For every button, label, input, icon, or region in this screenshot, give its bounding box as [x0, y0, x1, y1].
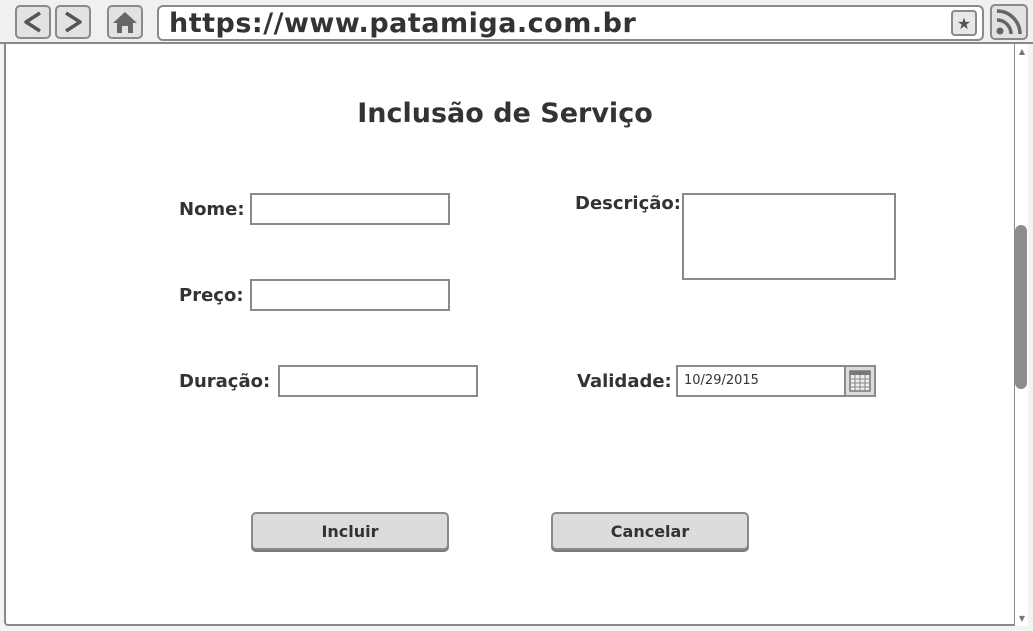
duracao-label: Duração:	[179, 371, 271, 392]
descricao-textarea[interactable]	[682, 193, 896, 280]
star-icon: ★	[956, 13, 972, 33]
preco-input[interactable]	[250, 279, 450, 311]
browser-toolbar: https://www.patamiga.com.br ★	[0, 0, 1033, 44]
back-arrow-icon	[24, 11, 41, 33]
nome-input[interactable]	[250, 193, 450, 225]
scroll-down-icon[interactable]: ▼	[1016, 612, 1028, 624]
calendar-icon	[849, 370, 871, 392]
validade-date-picker[interactable]: 10/29/2015	[676, 365, 876, 397]
nome-label: Nome:	[179, 199, 245, 220]
page-title: Inclusão de Serviço	[357, 98, 653, 129]
back-button[interactable]	[15, 5, 51, 39]
scroll-up-icon[interactable]: ▲	[1016, 45, 1028, 57]
duracao-input[interactable]	[278, 365, 478, 397]
validade-date-value[interactable]: 10/29/2015	[684, 373, 759, 388]
preco-label: Preço:	[179, 285, 244, 306]
forward-arrow-icon	[65, 11, 82, 33]
calendar-button[interactable]	[844, 367, 874, 395]
home-icon	[113, 12, 137, 33]
rss-button[interactable]	[990, 4, 1028, 40]
vertical-scrollbar[interactable]: ▲ ▼	[1014, 44, 1028, 626]
rss-icon	[996, 9, 1022, 35]
url-bar[interactable]: https://www.patamiga.com.br ★	[157, 5, 984, 41]
scroll-thumb[interactable]	[1015, 225, 1027, 389]
bookmark-button[interactable]: ★	[951, 10, 977, 36]
incluir-button[interactable]: Incluir	[251, 512, 449, 550]
url-text: https://www.patamiga.com.br	[169, 8, 637, 39]
validade-label: Validade:	[577, 371, 672, 392]
forward-button[interactable]	[55, 5, 91, 39]
descricao-label: Descrição:	[575, 193, 681, 214]
home-button[interactable]	[107, 5, 143, 39]
cancelar-button[interactable]: Cancelar	[551, 512, 749, 550]
